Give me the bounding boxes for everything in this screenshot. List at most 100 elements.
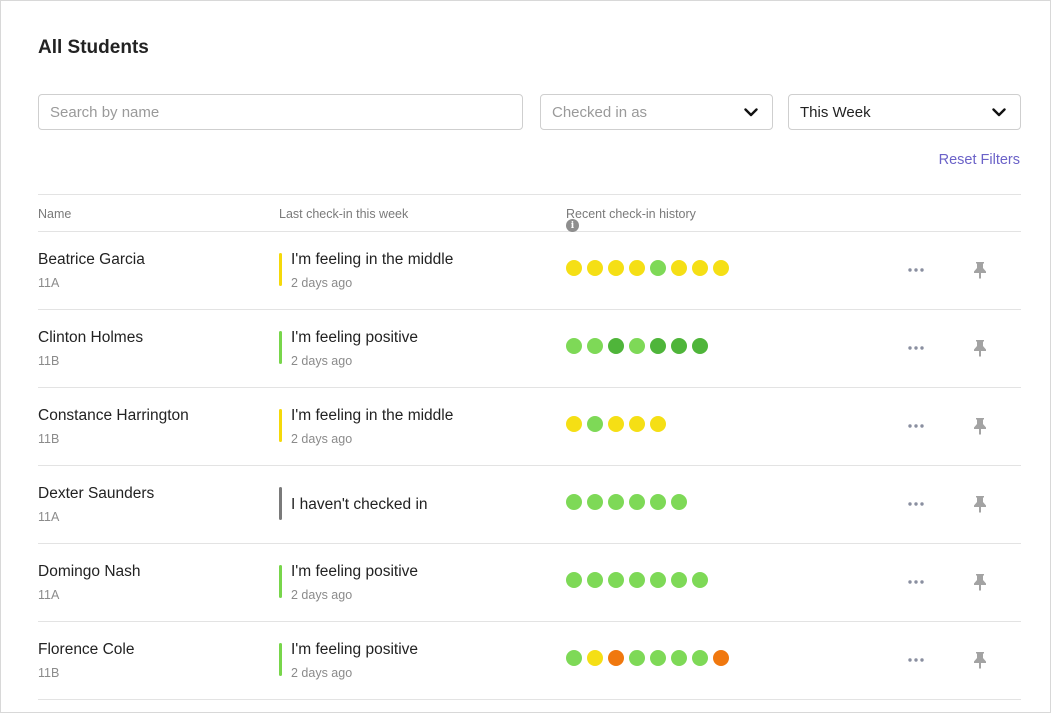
history-dot	[608, 650, 624, 666]
table-row[interactable]: Clinton Holmes 11B I'm feeling positive …	[38, 310, 1021, 388]
history-dot	[587, 416, 603, 432]
student-class: 11A	[38, 276, 60, 290]
history-dot	[566, 416, 582, 432]
more-horizontal-icon[interactable]	[904, 650, 928, 670]
history-dot	[713, 650, 729, 666]
pin-icon[interactable]	[970, 572, 990, 592]
checkin-time: 2 days ago	[291, 354, 353, 368]
history-dot	[629, 338, 645, 354]
checkin-history	[566, 338, 708, 354]
history-dot	[671, 260, 687, 276]
checkin-history	[566, 260, 729, 276]
header-history: Recent check-in history i	[566, 207, 696, 232]
student-class: 11B	[38, 432, 60, 446]
student-name[interactable]: Constance Harrington	[38, 407, 189, 425]
student-class: 11B	[38, 666, 60, 680]
history-dot	[566, 572, 582, 588]
history-dot	[608, 572, 624, 588]
students-table: Name Last check-in this week Recent chec…	[38, 194, 1021, 700]
student-name[interactable]: Clinton Holmes	[38, 329, 143, 347]
student-class: 11A	[38, 588, 60, 602]
search-input[interactable]	[38, 94, 523, 130]
history-dot	[629, 572, 645, 588]
checkin-time: 2 days ago	[291, 276, 353, 290]
header-name: Name	[38, 207, 72, 221]
checkin-status: I'm feeling in the middle	[291, 407, 454, 424]
checkin-history	[566, 650, 729, 666]
status-bar	[279, 409, 282, 442]
header-last-checkin: Last check-in this week	[279, 207, 409, 221]
history-dot	[692, 338, 708, 354]
pin-icon[interactable]	[970, 494, 990, 514]
checked-in-as-dropdown[interactable]: Checked in as	[540, 94, 773, 130]
history-dot	[692, 260, 708, 276]
history-dot	[692, 650, 708, 666]
pin-icon[interactable]	[970, 260, 990, 280]
history-dot	[608, 416, 624, 432]
chevron-down-icon	[744, 107, 758, 117]
table-row[interactable]: Beatrice Garcia 11A I'm feeling in the m…	[38, 232, 1021, 310]
status-bar	[279, 253, 282, 286]
history-dot	[629, 260, 645, 276]
history-dot	[587, 494, 603, 510]
pin-icon[interactable]	[970, 650, 990, 670]
more-horizontal-icon[interactable]	[904, 572, 928, 592]
status-bar	[279, 565, 282, 598]
table-row[interactable]: Constance Harrington 11B I'm feeling in …	[38, 388, 1021, 466]
history-dot	[608, 260, 624, 276]
checkin-status: I'm feeling in the middle	[291, 251, 454, 268]
student-name[interactable]: Florence Cole	[38, 641, 135, 659]
period-label: This Week	[800, 103, 871, 121]
history-dot	[671, 494, 687, 510]
checkin-time: 2 days ago	[291, 588, 353, 602]
pin-icon[interactable]	[970, 416, 990, 436]
student-name[interactable]: Domingo Nash	[38, 563, 141, 581]
history-dot	[566, 260, 582, 276]
history-dot	[692, 572, 708, 588]
checkin-history	[566, 572, 708, 588]
checkin-status: I'm feeling positive	[291, 329, 419, 346]
header-history-label: Recent check-in history	[566, 207, 696, 221]
history-dot	[629, 494, 645, 510]
period-dropdown[interactable]: This Week	[788, 94, 1021, 130]
more-horizontal-icon[interactable]	[904, 338, 928, 358]
history-dot	[587, 260, 603, 276]
table-row[interactable]: Florence Cole 11B I'm feeling positive 2…	[38, 622, 1021, 700]
table-header: Name Last check-in this week Recent chec…	[38, 194, 1021, 232]
history-dot	[650, 494, 666, 510]
checked-in-as-label: Checked in as	[552, 103, 648, 121]
history-dot	[608, 338, 624, 354]
pin-icon[interactable]	[970, 338, 990, 358]
history-dot	[566, 650, 582, 666]
table-row[interactable]: Domingo Nash 11A I'm feeling positive 2 …	[38, 544, 1021, 622]
history-dot	[671, 650, 687, 666]
history-dot	[587, 572, 603, 588]
checkin-history	[566, 494, 687, 510]
history-dot	[587, 338, 603, 354]
history-dot	[713, 260, 729, 276]
student-name[interactable]: Dexter Saunders	[38, 485, 154, 503]
reset-filters-link[interactable]: Reset Filters	[939, 152, 1020, 168]
checkin-history	[566, 416, 666, 432]
more-horizontal-icon[interactable]	[904, 260, 928, 280]
student-class: 11A	[38, 510, 60, 524]
status-bar	[279, 331, 282, 364]
history-dot	[650, 338, 666, 354]
history-dot	[608, 494, 624, 510]
history-dot	[587, 650, 603, 666]
info-icon[interactable]: i	[566, 219, 579, 232]
page-title: All Students	[38, 37, 149, 58]
history-dot	[671, 338, 687, 354]
checkin-time: 2 days ago	[291, 666, 353, 680]
student-name[interactable]: Beatrice Garcia	[38, 251, 145, 269]
history-dot	[650, 572, 666, 588]
checkin-status: I'm feeling positive	[291, 641, 419, 658]
more-horizontal-icon[interactable]	[904, 494, 928, 514]
status-bar	[279, 487, 282, 520]
history-dot	[650, 650, 666, 666]
history-dot	[566, 494, 582, 510]
chevron-down-icon	[992, 107, 1006, 117]
table-row[interactable]: Dexter Saunders 11A I haven't checked in	[38, 466, 1021, 544]
checkin-time: 2 days ago	[291, 432, 353, 446]
more-horizontal-icon[interactable]	[904, 416, 928, 436]
